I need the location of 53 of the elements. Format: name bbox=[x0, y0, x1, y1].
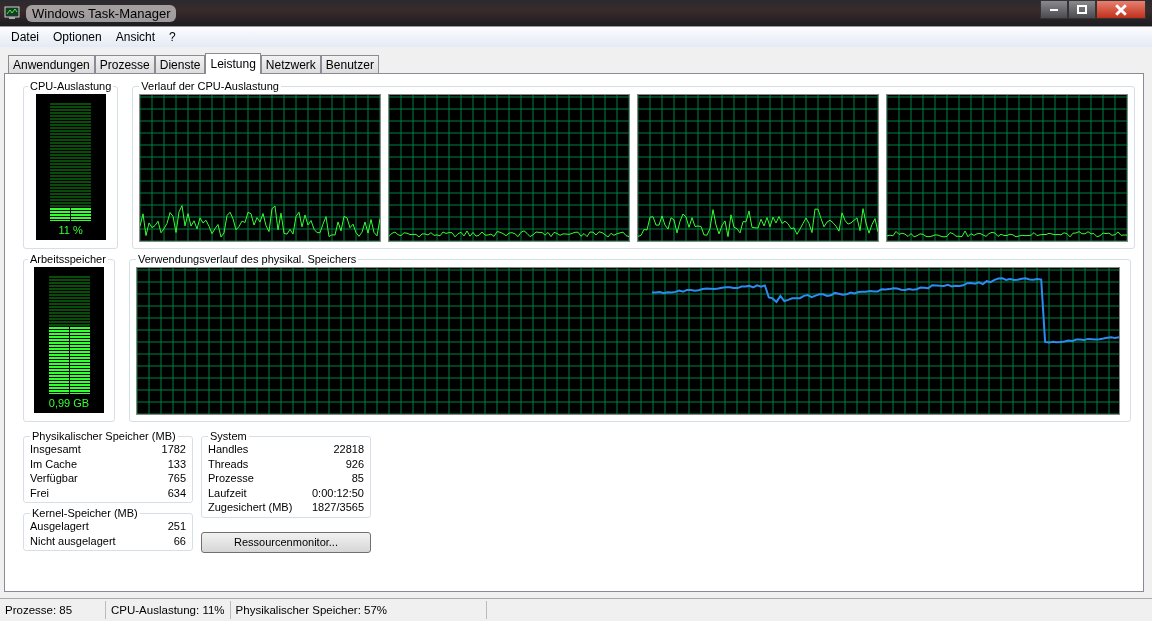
group-title: CPU-Auslastung bbox=[29, 80, 113, 92]
menu-item[interactable]: Datei bbox=[4, 30, 46, 44]
group-title: Arbeitsspeicher bbox=[29, 253, 107, 265]
tab[interactable]: Dienste bbox=[154, 55, 206, 73]
menu-item[interactable]: Ansicht bbox=[108, 30, 163, 44]
close-icon bbox=[1115, 3, 1127, 16]
stat-label: Laufzeit bbox=[208, 485, 247, 500]
stat-label: Frei bbox=[30, 485, 49, 500]
stat-value: 251 bbox=[167, 519, 186, 534]
stat-value: 22818 bbox=[333, 442, 364, 457]
stat-label: Verfügbar bbox=[30, 471, 78, 486]
tab[interactable]: Anwendungen bbox=[8, 55, 95, 73]
stat-value: 1782 bbox=[161, 442, 186, 457]
tab[interactable]: Leistung bbox=[205, 53, 261, 74]
minimize-button[interactable] bbox=[1040, 0, 1068, 19]
stat-label: Handles bbox=[208, 442, 249, 457]
stat-value: 634 bbox=[167, 485, 186, 500]
monitor-icon bbox=[4, 6, 20, 20]
stat-label: Nicht ausgelagert bbox=[30, 533, 116, 548]
stat-label: Prozesse bbox=[208, 471, 254, 486]
stat-label: Threads bbox=[208, 456, 249, 471]
stat-label: Im Cache bbox=[30, 456, 78, 471]
maximize-button[interactable] bbox=[1068, 0, 1096, 19]
window-title: Windows Task-Manager bbox=[26, 4, 177, 22]
stat-value: 0:00:12:50 bbox=[312, 485, 364, 500]
resource-monitor-button[interactable]: Ressourcenmonitor... bbox=[201, 531, 371, 553]
tab[interactable]: Netzwerk bbox=[260, 55, 321, 73]
group-title: System bbox=[209, 430, 248, 442]
group-title: Verlauf der CPU-Auslastung bbox=[140, 80, 280, 92]
minimize-icon bbox=[1050, 8, 1058, 11]
tab[interactable]: Prozesse bbox=[94, 55, 155, 73]
status-text: CPU-Auslastung: 11% bbox=[106, 601, 231, 619]
menu-item[interactable]: Optionen bbox=[46, 30, 109, 44]
maximize-icon bbox=[1077, 4, 1087, 15]
status-text: Physikalischer Speicher: 57% bbox=[230, 601, 487, 619]
stat-label: Insgesamt bbox=[30, 442, 81, 457]
status-text: Prozesse: 85 bbox=[0, 601, 106, 619]
stat-value: 765 bbox=[167, 471, 186, 486]
tab[interactable]: Benutzer bbox=[320, 55, 379, 73]
stat-value: 133 bbox=[167, 456, 186, 471]
meter-reading: 0,99 GB bbox=[48, 397, 90, 409]
stat-value: 66 bbox=[173, 533, 186, 548]
group-title: Kernel-Speicher (MB) bbox=[31, 507, 139, 519]
menu-item[interactable]: ? bbox=[162, 30, 183, 44]
stat-value: 1827/3565 bbox=[312, 500, 364, 515]
stat-value: 85 bbox=[351, 471, 364, 486]
close-button[interactable] bbox=[1096, 0, 1146, 19]
group-title: Physikalischer Speicher (MB) bbox=[31, 430, 177, 442]
stat-value: 926 bbox=[345, 456, 364, 471]
stat-label: Ausgelagert bbox=[30, 519, 89, 534]
meter-reading: 11 % bbox=[58, 224, 83, 236]
group-title: Verwendungsverlauf des physikal. Speichers bbox=[137, 253, 358, 265]
stat-label: Zugesichert (MB) bbox=[208, 500, 293, 515]
